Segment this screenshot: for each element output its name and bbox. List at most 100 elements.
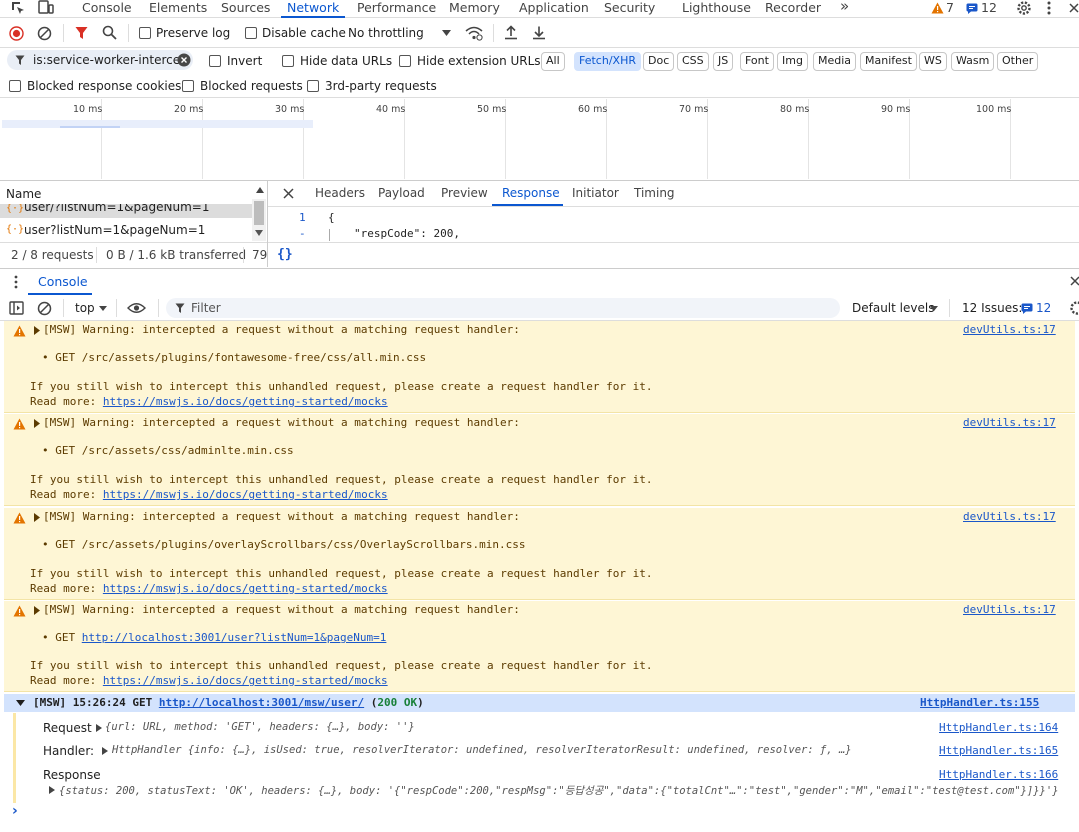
source-link[interactable]: devUtils.ts:17 xyxy=(963,510,1056,523)
expand-triangle-icon[interactable] xyxy=(96,724,102,732)
more-tabs-button[interactable]: » xyxy=(840,0,849,17)
type-filter-font[interactable]: Font xyxy=(740,52,774,71)
tab-sources[interactable]: Sources xyxy=(221,0,270,17)
expand-triangle-icon[interactable] xyxy=(102,747,108,755)
invert-checkbox[interactable] xyxy=(209,55,221,67)
issues-label[interactable]: 12 Issues: xyxy=(962,301,1022,315)
console-filter-input[interactable]: Filter xyxy=(166,298,840,318)
docs-link[interactable]: https://mswjs.io/docs/getting-started/mo… xyxy=(103,488,388,501)
drawer-menu-icon[interactable] xyxy=(13,275,19,289)
source-link[interactable]: HttpHandler.ts:166 xyxy=(939,768,1058,781)
detail-tab-response[interactable]: Response xyxy=(502,186,560,200)
filter-icon[interactable] xyxy=(75,26,88,40)
detail-tab-payload[interactable]: Payload xyxy=(378,186,425,200)
clear-console-icon[interactable] xyxy=(37,301,52,316)
pretty-print-button[interactable]: {} xyxy=(277,247,293,262)
expand-triangle-icon[interactable] xyxy=(49,786,55,794)
close-drawer-icon[interactable] xyxy=(1070,276,1079,287)
hide-extension-urls-checkbox[interactable] xyxy=(399,55,411,67)
source-link[interactable]: devUtils.ts:17 xyxy=(963,323,1056,336)
response-body[interactable]: 1 { - "respCode": 200, xyxy=(268,207,1079,241)
request-object[interactable]: {url: URL, method: 'GET', headers: {…}, … xyxy=(105,721,415,733)
expand-triangle-icon[interactable] xyxy=(34,513,40,522)
type-filter-other[interactable]: Other xyxy=(997,52,1039,71)
source-link[interactable]: devUtils.ts:17 xyxy=(963,416,1056,429)
source-link[interactable]: HttpHandler.ts:164 xyxy=(939,721,1058,734)
source-link[interactable]: HttpHandler.ts:155 xyxy=(920,696,1039,709)
console-group-header[interactable]: [MSW] 15:26:24 GET http://localhost:3001… xyxy=(4,694,1075,712)
detail-tab-preview[interactable]: Preview xyxy=(441,186,488,200)
preserve-log-checkbox[interactable] xyxy=(139,27,151,39)
expand-triangle-icon[interactable] xyxy=(34,326,40,335)
detail-tab-timing[interactable]: Timing xyxy=(634,186,675,200)
download-har-icon[interactable] xyxy=(532,25,546,40)
tab-memory[interactable]: Memory xyxy=(449,0,500,17)
third-party-checkbox[interactable] xyxy=(307,80,319,92)
type-filter-js[interactable]: JS xyxy=(713,52,734,71)
drawer-tab-console[interactable]: Console xyxy=(38,274,88,289)
type-filter-css[interactable]: CSS xyxy=(677,52,709,71)
upload-har-icon[interactable] xyxy=(504,25,518,40)
expand-triangle-icon[interactable] xyxy=(34,419,40,428)
response-object[interactable]: {status: 200, statusText: 'OK', headers:… xyxy=(59,783,1069,798)
collapse-triangle-icon[interactable] xyxy=(16,700,25,706)
tab-elements[interactable]: Elements xyxy=(149,0,207,17)
source-link[interactable]: devUtils.ts:17 xyxy=(963,603,1056,616)
expand-triangle-icon[interactable] xyxy=(34,606,40,615)
timeline-overview[interactable] xyxy=(0,98,1079,181)
inspect-element-icon[interactable] xyxy=(10,0,26,15)
close-detail-icon[interactable] xyxy=(283,188,294,199)
settings-gear-icon[interactable] xyxy=(1016,0,1032,16)
detail-tab-headers[interactable]: Headers xyxy=(315,186,365,200)
docs-link[interactable]: https://mswjs.io/docs/getting-started/mo… xyxy=(103,395,388,408)
blocked-requests-checkbox[interactable] xyxy=(182,80,194,92)
scrollbar-thumb[interactable] xyxy=(254,201,264,225)
clear-filter-icon[interactable] xyxy=(177,53,191,67)
type-filter-img[interactable]: Img xyxy=(777,52,808,71)
group-url-link[interactable]: http://localhost:3001/msw/user/ xyxy=(159,696,364,709)
docs-link[interactable]: https://mswjs.io/docs/getting-started/mo… xyxy=(103,674,388,687)
request-url-link[interactable]: http://localhost:3001/user?listNum=1&pag… xyxy=(82,631,387,644)
source-link[interactable]: HttpHandler.ts:165 xyxy=(939,744,1058,757)
tab-security[interactable]: Security xyxy=(604,0,655,17)
show-sidebar-icon[interactable] xyxy=(9,301,24,315)
detail-tab-initiator[interactable]: Initiator xyxy=(572,186,619,200)
type-filter-media[interactable]: Media xyxy=(813,52,857,71)
log-levels-select[interactable]: Default levels xyxy=(852,301,934,315)
type-filter-ws[interactable]: WS xyxy=(919,52,947,71)
search-icon[interactable] xyxy=(102,25,117,40)
type-filter-doc[interactable]: Doc xyxy=(643,52,675,71)
tab-recorder[interactable]: Recorder xyxy=(765,0,821,17)
throttling-select[interactable]: No throttling xyxy=(348,26,424,40)
live-expression-eye-icon[interactable] xyxy=(127,302,146,314)
tab-performance[interactable]: Performance xyxy=(357,0,436,17)
network-conditions-icon[interactable] xyxy=(465,25,483,41)
request-row[interactable]: {·} user/?listNum=1&pageNum=1 xyxy=(0,204,252,218)
filter-input[interactable]: is:service-worker-intercept xyxy=(7,50,193,70)
type-filter-fetch-xhr[interactable]: Fetch/XHR xyxy=(574,52,641,71)
more-options-icon[interactable] xyxy=(1045,0,1053,16)
disable-cache-checkbox[interactable] xyxy=(245,27,257,39)
tab-lighthouse[interactable]: Lighthouse xyxy=(682,0,751,17)
scroll-down-icon[interactable] xyxy=(255,230,263,236)
type-filter-manifest[interactable]: Manifest xyxy=(860,52,917,71)
blocked-cookies-checkbox[interactable] xyxy=(9,80,21,92)
info-count[interactable]: 12 xyxy=(981,0,997,17)
context-selector[interactable]: top xyxy=(75,301,95,315)
type-filter-all[interactable]: All xyxy=(541,52,565,71)
type-filter-wasm[interactable]: Wasm xyxy=(951,52,995,71)
docs-link[interactable]: https://mswjs.io/docs/getting-started/mo… xyxy=(103,582,388,595)
console-settings-gear-icon[interactable] xyxy=(1069,300,1079,316)
tab-application[interactable]: Application xyxy=(519,0,589,17)
console-prompt[interactable]: › xyxy=(12,803,18,819)
hide-data-urls-checkbox[interactable] xyxy=(282,55,294,67)
scrollbar[interactable] xyxy=(252,199,266,241)
record-stop-icon[interactable] xyxy=(9,26,24,41)
name-column-header[interactable]: Name xyxy=(6,187,41,201)
request-row[interactable]: {·} user?listNum=1&pageNum=1 xyxy=(0,222,252,239)
warning-count[interactable]: 7 xyxy=(946,0,954,17)
issues-count[interactable]: 12 xyxy=(1036,301,1051,315)
tab-console[interactable]: Console xyxy=(82,0,132,17)
handler-object[interactable]: HttpHandler {info: {…}, isUsed: true, re… xyxy=(112,744,932,756)
clear-icon[interactable] xyxy=(37,26,52,41)
